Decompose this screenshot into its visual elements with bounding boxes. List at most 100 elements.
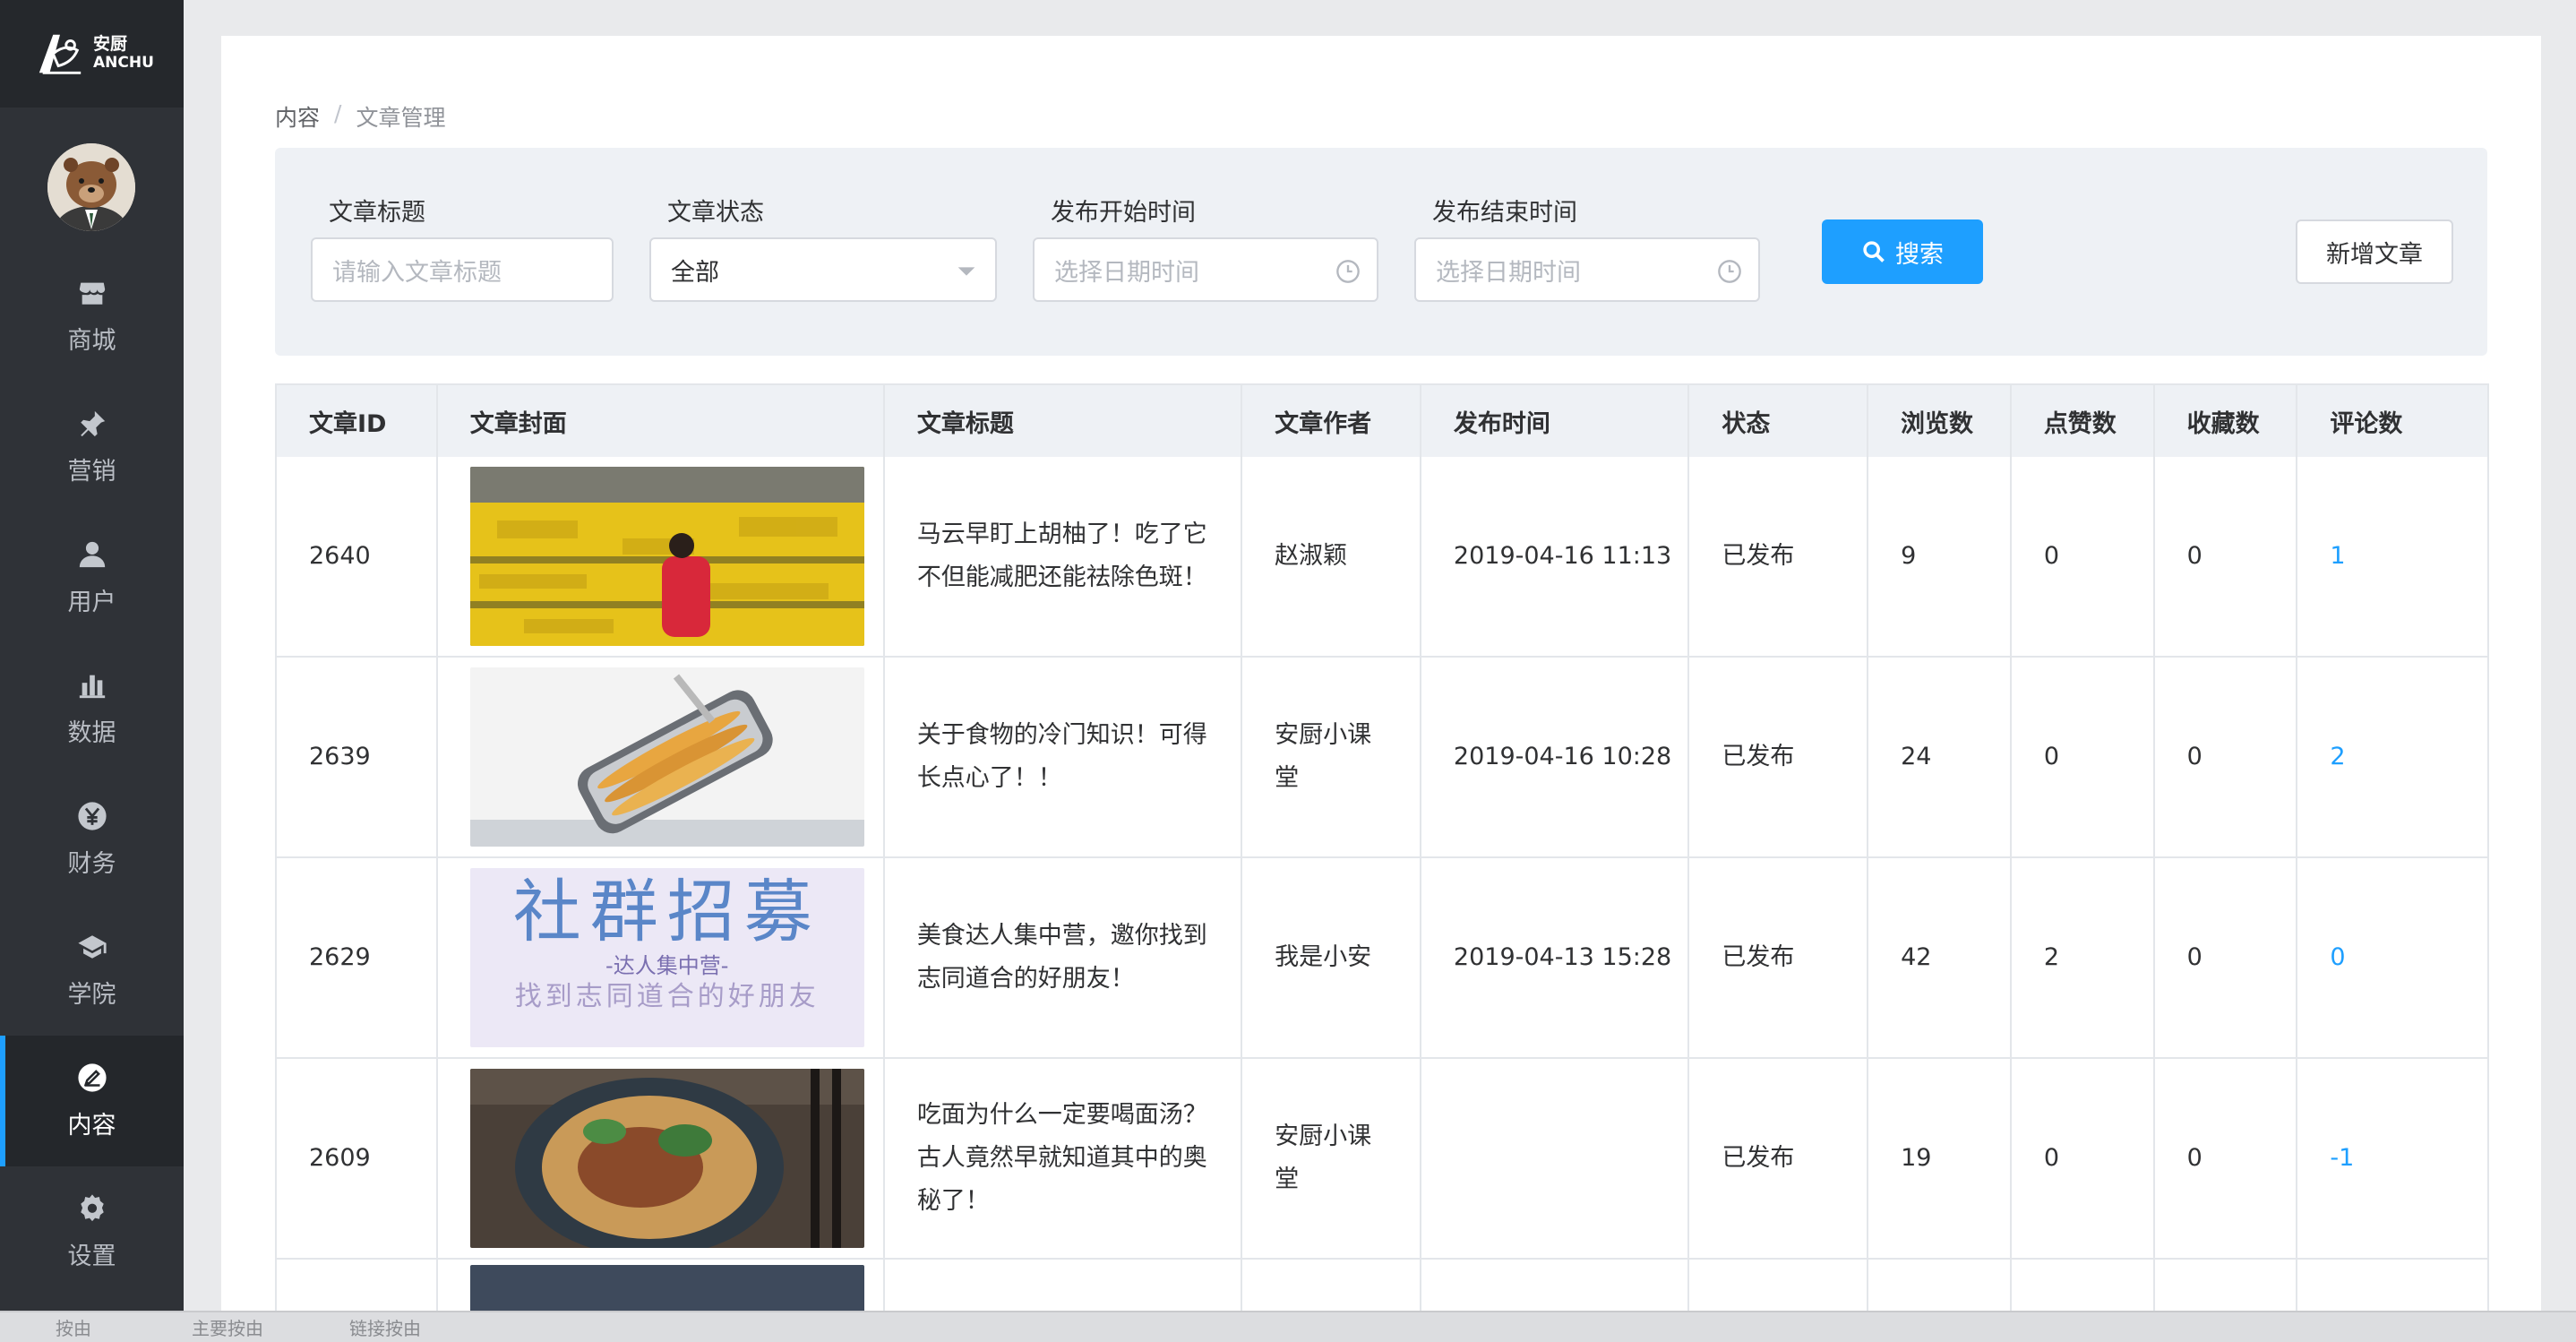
cell-status: 已发布 — [1689, 1059, 1869, 1258]
breadcrumb-parent[interactable]: 内容 — [275, 100, 320, 133]
cell-author: 赵淑颖 — [1242, 457, 1421, 656]
filter-panel: 文章标题 请输入文章标题 文章状态 全部 发布开始时间 选择日期时间 发布结束时… — [275, 148, 2487, 356]
nav-item-store[interactable]: 商城 — [0, 251, 184, 382]
search-button[interactable]: 搜索 — [1822, 219, 1983, 284]
cell-favs: 0 — [2155, 1059, 2298, 1258]
title-placeholder: 请输入文章标题 — [332, 258, 502, 287]
cell-author: 安厨小课堂 — [1242, 1059, 1421, 1258]
cell-status: 已发布 — [1689, 858, 1869, 1057]
search-button-label: 搜索 — [1895, 240, 1944, 269]
main-panel: 内容 / 文章管理 文章标题 请输入文章标题 文章状态 全部 发布开始时间 选择… — [221, 36, 2541, 1331]
cover-image-recruit[interactable]: 社群招募 -达人集中营- 找到志同道合的好朋友 — [469, 868, 864, 1047]
cell-time: 2019-04-13 15:28 — [1421, 858, 1690, 1057]
cell-comments-link[interactable]: -1 — [2297, 1059, 2487, 1258]
header-cell: 文章标题 — [885, 385, 1243, 457]
cell-status: 已发布 — [1689, 457, 1869, 656]
nav-item-users[interactable]: 用户 — [0, 512, 184, 643]
header-cell: 点赞数 — [2012, 385, 2155, 457]
nav-item-marketing[interactable]: 营销 — [0, 382, 184, 512]
cell-likes: 0 — [2012, 1059, 2155, 1258]
nav-label: 设置 — [67, 1242, 116, 1270]
breadcrumb-separator: / — [334, 100, 342, 126]
search-icon — [1863, 241, 1885, 262]
cell-title[interactable]: 美食达人集中营，邀你找到志同道合的好朋友！ — [885, 858, 1243, 1057]
nav-label: 学院 — [67, 980, 116, 1009]
cell-title[interactable]: 吃面为什么一定要喝面汤？古人竟然早就知道其中的奥秘了！ — [885, 1059, 1243, 1258]
nav-label: 营销 — [67, 457, 116, 486]
add-article-button[interactable]: 新增文章 — [2296, 219, 2453, 284]
table-row[interactable]: 2640 马云早盯上胡柚了！吃了它不但能减肥还能祛除色斑！ 赵淑颖 2019-0… — [277, 457, 2487, 658]
nav-label: 内容 — [67, 1111, 116, 1140]
avatar[interactable] — [47, 143, 135, 231]
cell-time: 2019-04-16 11:13 — [1421, 457, 1690, 656]
logo[interactable]: 安厨 ANCHU — [0, 0, 184, 108]
cell-cover — [438, 457, 885, 656]
cell-comments-link[interactable]: 2 — [2297, 658, 2487, 856]
anchu-logo-icon — [39, 34, 82, 74]
cell-status: 已发布 — [1689, 658, 1869, 856]
start-time-label: 发布开始时间 — [1051, 199, 1196, 227]
cell-views: 24 — [1868, 658, 2012, 856]
cover-text-tagline: 找到志同道合的好朋友 — [514, 981, 820, 1012]
cover-image-orchard[interactable] — [469, 467, 864, 646]
bar-chart-icon — [79, 675, 105, 698]
nav-item-data[interactable]: 数据 — [0, 643, 184, 774]
cell-favs: 0 — [2155, 457, 2298, 656]
cell-comments-link[interactable]: 1 — [2297, 457, 2487, 656]
strip-text: 按由 — [56, 1318, 91, 1339]
nav-label: 财务 — [67, 849, 116, 878]
cell-title[interactable]: 马云早盯上胡柚了！吃了它不但能减肥还能祛除色斑！ — [885, 457, 1243, 656]
nav-label: 用户 — [67, 588, 116, 616]
breadcrumb: 内容 / 文章管理 — [275, 100, 445, 133]
cell-cover: 社群招募 -达人集中营- 找到志同道合的好朋友 — [438, 858, 885, 1057]
header-cell: 收藏数 — [2155, 385, 2298, 457]
store-icon — [79, 282, 105, 305]
header-cell: 浏览数 — [1868, 385, 2012, 457]
header-cell: 状态 — [1689, 385, 1869, 457]
nav-item-academy[interactable]: 学院 — [0, 905, 184, 1036]
table-row[interactable]: 2629 社群招募 -达人集中营- 找到志同道合的好朋友 美食达人集中营，邀你找… — [277, 858, 2487, 1059]
cell-id: 2609 — [277, 1059, 438, 1258]
status-filter-label: 文章状态 — [667, 199, 764, 227]
articles-table: 文章ID 文章封面 文章标题 文章作者 发布时间 状态 浏览数 点赞数 收藏数 … — [275, 383, 2489, 1331]
header-cell: 文章作者 — [1242, 385, 1421, 457]
cell-id: 2639 — [277, 658, 438, 856]
nav-label: 商城 — [67, 326, 116, 355]
nav-item-content[interactable]: 内容 — [0, 1036, 184, 1166]
gear-icon — [80, 1193, 104, 1221]
cover-text-subtitle: -达人集中营- — [605, 953, 729, 978]
breadcrumb-current: 文章管理 — [356, 105, 446, 131]
cell-views: 9 — [1868, 457, 2012, 656]
end-time-label: 发布结束时间 — [1432, 199, 1577, 227]
header-cell: 文章ID — [277, 385, 438, 457]
clock-icon — [1718, 260, 1741, 283]
table-row[interactable]: 2639 关于食物的冷门知识！可得长点心了！！ 安厨小课堂 2019-04-16… — [277, 658, 2487, 858]
edit-icon — [77, 1062, 107, 1092]
yen-icon — [77, 801, 107, 830]
nav-item-finance[interactable]: 财务 — [0, 774, 184, 905]
cell-cover — [438, 1059, 885, 1258]
cell-likes: 0 — [2012, 457, 2155, 656]
start-datetime-picker[interactable]: 选择日期时间 — [1033, 237, 1378, 302]
end-datetime-picker[interactable]: 选择日期时间 — [1414, 237, 1760, 302]
table-header: 文章ID 文章封面 文章标题 文章作者 发布时间 状态 浏览数 点赞数 收藏数 … — [277, 383, 2487, 457]
cell-time: 2019-04-16 10:28 — [1421, 658, 1690, 856]
cell-comments-link[interactable]: 0 — [2297, 858, 2487, 1057]
avatar-image — [47, 143, 135, 231]
status-select[interactable]: 全部 — [649, 237, 997, 302]
title-filter-label: 文章标题 — [329, 199, 425, 227]
strip-text: 链接按由 — [349, 1318, 421, 1339]
cell-title[interactable]: 关于食物的冷门知识！可得长点心了！！ — [885, 658, 1243, 856]
cell-id: 2640 — [277, 457, 438, 656]
brand-cn: 安厨 — [93, 34, 128, 55]
cover-image-sardines[interactable] — [469, 667, 864, 847]
graduation-cap-icon — [77, 934, 107, 959]
table-row[interactable]: 2609 吃面为什么一定要喝面汤？古人竟然早就知道其中的奥秘了！ 安厨小课堂 已… — [277, 1059, 2487, 1260]
title-search-input[interactable]: 请输入文章标题 — [311, 237, 614, 302]
sidebar-nav: 商城 营销 用户 数据 财务 学院 内容 设置 — [0, 251, 184, 1297]
nav-item-settings[interactable]: 设置 — [0, 1166, 184, 1297]
cell-likes: 0 — [2012, 658, 2155, 856]
cover-image-noodles[interactable] — [469, 1069, 864, 1248]
cell-cover — [438, 658, 885, 856]
cell-id: 2629 — [277, 858, 438, 1057]
